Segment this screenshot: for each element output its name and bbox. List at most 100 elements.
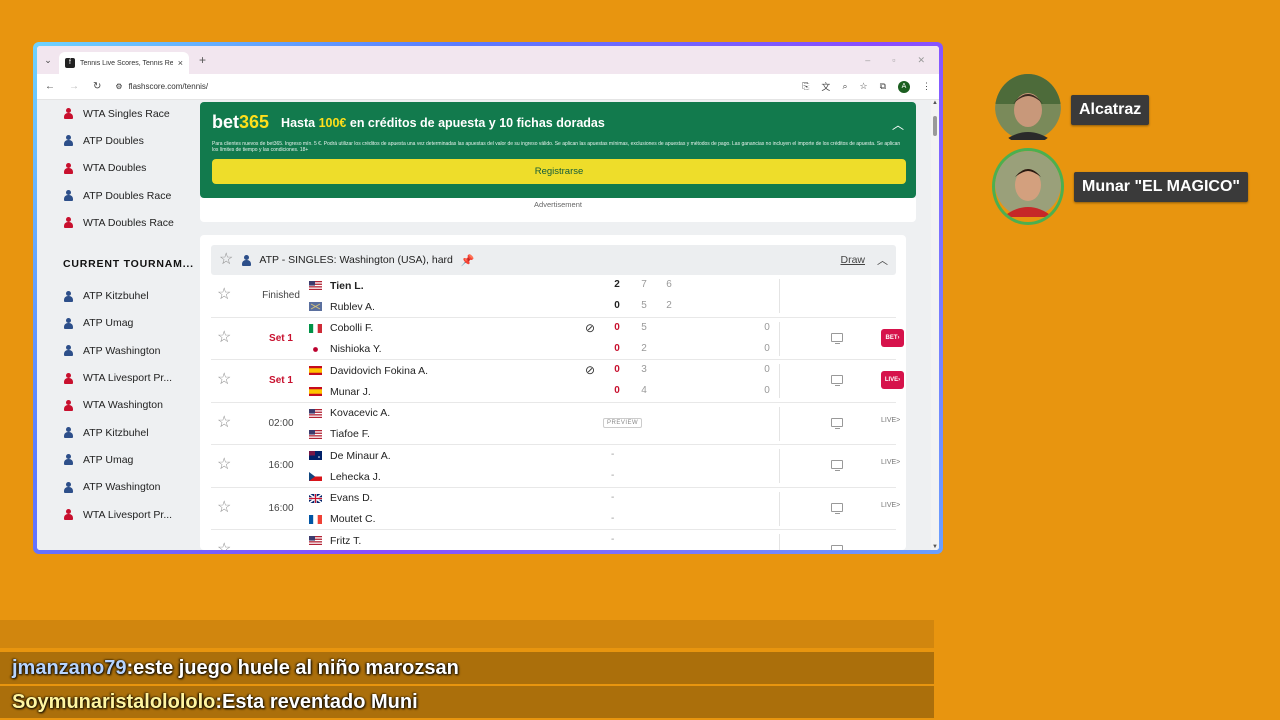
forward-icon[interactable]: → xyxy=(69,81,79,92)
set-score: 3 xyxy=(641,364,647,375)
ad-headline: Hasta 100€ en créditos de apuesta y 10 f… xyxy=(281,115,605,130)
league-header[interactable]: ☆ ATP - SINGLES: Washington (USA), hard … xyxy=(211,245,896,275)
browser-tab[interactable]: f Tennis Live Scores, Tennis Results × xyxy=(59,52,189,74)
bookmark-star-icon[interactable]: ☆ xyxy=(859,81,867,92)
bet365-ad-banner[interactable]: bet365 Hasta 100€ en créditos de apuesta… xyxy=(200,102,916,198)
sidebar-item-label: ATP Doubles xyxy=(83,134,144,147)
sidebar-item[interactable]: WTA Livesport Pr... xyxy=(37,364,197,391)
favorite-star-icon[interactable]: ☆ xyxy=(217,372,231,388)
maximize-icon[interactable]: ▫ xyxy=(892,55,895,66)
zoom-icon[interactable]: ⌕ xyxy=(842,81,847,92)
tv-icon[interactable] xyxy=(831,417,843,429)
profile-avatar[interactable]: A xyxy=(898,80,910,93)
favorite-star-icon[interactable]: ☆ xyxy=(217,499,231,516)
sidebar-item-label: WTA Livesport Pr... xyxy=(83,372,173,385)
favorite-star-icon[interactable]: ☆ xyxy=(217,287,231,303)
match-row[interactable]: ☆ Finished Tien L. 2 7 6 Rublev A. 0 5 2 xyxy=(211,275,896,318)
player-name: Nishioka Y. xyxy=(330,343,382,355)
es-flag-icon xyxy=(309,366,322,375)
column-divider xyxy=(779,279,780,313)
sidebar-item[interactable]: ATP Washington xyxy=(37,337,197,364)
sidebar-item[interactable]: ATP Washington xyxy=(37,474,197,501)
live-link[interactable]: LIVE> xyxy=(881,459,900,466)
scroll-up-icon[interactable]: ▲ xyxy=(931,100,939,106)
chat-message: Soymunaristalolololo : Esta reventado Mu… xyxy=(0,686,934,718)
live-link[interactable]: LIVE> xyxy=(881,502,900,509)
sidebar-item[interactable]: WTA Livesport Pr... xyxy=(37,501,197,528)
column-divider xyxy=(779,449,780,483)
current-tournaments-heading: CURRENT TOURNAM... xyxy=(63,258,194,271)
address-bar: ← → ↻ ⚙ flashscore.com/tennis/ ⎘ 文 ⌕ ☆ ⧉… xyxy=(37,74,939,100)
sidebar-item[interactable]: WTA Singles Race xyxy=(37,100,197,127)
scrollbar[interactable]: ▲ ▼ xyxy=(931,100,939,550)
sidebar-item-label: ATP Washington xyxy=(83,344,161,357)
sidebar-item[interactable]: WTA Doubles Race xyxy=(37,209,197,236)
sidebar-item[interactable]: ATP Kitzbuhel xyxy=(37,419,197,446)
back-icon[interactable]: ← xyxy=(45,81,55,92)
match-row[interactable]: ☆ 16:00 Evans D. - Moutet C. - LIVE> xyxy=(211,488,900,530)
sidebar-item-label: ATP Kitzbuhel xyxy=(83,290,149,303)
favorite-star-icon[interactable]: ☆ xyxy=(217,329,231,346)
sidebar-item[interactable]: ATP Umag xyxy=(37,310,197,337)
match-row[interactable]: ☆ Set 1 Davidovich Fokina A. ⊘ 0 3 0 Munar J. 0 4… xyxy=(211,360,904,403)
live-link[interactable]: LIVE> xyxy=(881,417,900,424)
sidebar-item-label: WTA Washington xyxy=(83,399,163,412)
sidebar-item-label: ATP Umag xyxy=(83,453,134,466)
match-row[interactable]: ☆ Fritz T. - xyxy=(211,530,896,550)
wta-player-icon xyxy=(63,217,73,229)
bet365-logo: bet365 xyxy=(212,112,270,132)
sidebar-item[interactable]: WTA Washington xyxy=(37,392,197,419)
translate-icon[interactable]: 文 xyxy=(821,80,830,93)
webcam-name-label: Alcatraz xyxy=(1071,94,1150,125)
match-list: ☆ Finished Tien L. 2 7 6 Rublev A. 0 5 2 ☆ Set 1 Cob… xyxy=(211,275,904,550)
match-row[interactable]: ☆ Set 1 Cobolli F. ⊘ 0 5 0 Nishioka Y. 0 2 0 BET› xyxy=(211,318,904,360)
favorite-star-icon[interactable]: ☆ xyxy=(217,414,231,431)
pin-icon[interactable]: 📌 xyxy=(461,254,475,267)
atp-player-icon xyxy=(63,317,73,329)
menu-kebab-icon[interactable]: ⋮ xyxy=(922,81,931,92)
player-row: Tien L. xyxy=(309,275,789,296)
site-info-icon[interactable]: ⚙ xyxy=(115,82,122,91)
close-window-icon[interactable]: ✕ xyxy=(917,55,925,66)
sidebar-item[interactable]: ATP Kitzbuhel xyxy=(37,282,197,309)
favorite-star-icon[interactable]: ☆ xyxy=(217,457,231,473)
url-field[interactable]: ⚙ flashscore.com/tennis/ xyxy=(115,82,788,91)
match-row[interactable]: ☆ 02:00 Kovacevic A. Tiafoe F. PREVIEW LIVE> xyxy=(211,403,900,445)
reload-icon[interactable]: ↻ xyxy=(93,81,101,92)
sidebar-item[interactable]: ATP Doubles xyxy=(37,127,197,154)
draw-link[interactable]: Draw xyxy=(840,254,865,266)
minimize-icon[interactable]: – xyxy=(865,55,870,66)
tv-icon[interactable] xyxy=(831,545,843,550)
scroll-down-icon[interactable]: ▼ xyxy=(931,544,939,550)
tv-icon[interactable] xyxy=(831,332,843,344)
register-button[interactable]: Registrarse xyxy=(212,159,906,184)
chat-username: Soymunaristalolololo xyxy=(12,690,216,713)
chat-fade xyxy=(0,620,934,648)
favorite-star-icon[interactable]: ☆ xyxy=(217,542,231,551)
collapse-league-icon[interactable]: ︿ xyxy=(877,252,888,268)
bet-button[interactable]: BET› xyxy=(881,328,904,347)
sidebar-item[interactable]: ATP Umag xyxy=(37,446,197,473)
tv-icon[interactable] xyxy=(831,460,843,471)
sidebar-item[interactable]: ATP Doubles Race xyxy=(37,182,197,209)
favorite-star-icon[interactable]: ☆ xyxy=(219,252,233,268)
tab-search-icon[interactable]: ⌄ xyxy=(37,55,59,66)
tv-icon[interactable] xyxy=(831,502,843,514)
preview-badge[interactable]: PREVIEW xyxy=(603,417,643,428)
set-score: 6 xyxy=(666,279,672,290)
tv-icon[interactable] xyxy=(831,375,843,386)
player-row: Tiafoe F. xyxy=(309,424,789,445)
extensions-icon[interactable]: ⧉ xyxy=(880,81,886,92)
player-row: Kovacevic A. xyxy=(309,403,789,424)
sidebar-item[interactable]: WTA Doubles xyxy=(37,155,197,182)
collapse-ad-icon[interactable]: ︿ xyxy=(892,116,904,133)
matches-panel: ☆ ATP - SINGLES: Washington (USA), hard … xyxy=(200,235,906,550)
player-name: Evans D. xyxy=(330,492,373,504)
new-tab-icon[interactable]: + xyxy=(199,53,206,67)
player-row: Fritz T. xyxy=(309,530,789,550)
close-tab-icon[interactable]: × xyxy=(178,58,183,68)
scrollbar-thumb[interactable] xyxy=(933,116,937,136)
live-button[interactable]: LIVE› xyxy=(881,371,904,389)
match-row[interactable]: ☆ 16:00 De Minaur A. - Lehecka J. - LIVE> xyxy=(211,445,900,488)
install-icon[interactable]: ⎘ xyxy=(802,81,809,92)
